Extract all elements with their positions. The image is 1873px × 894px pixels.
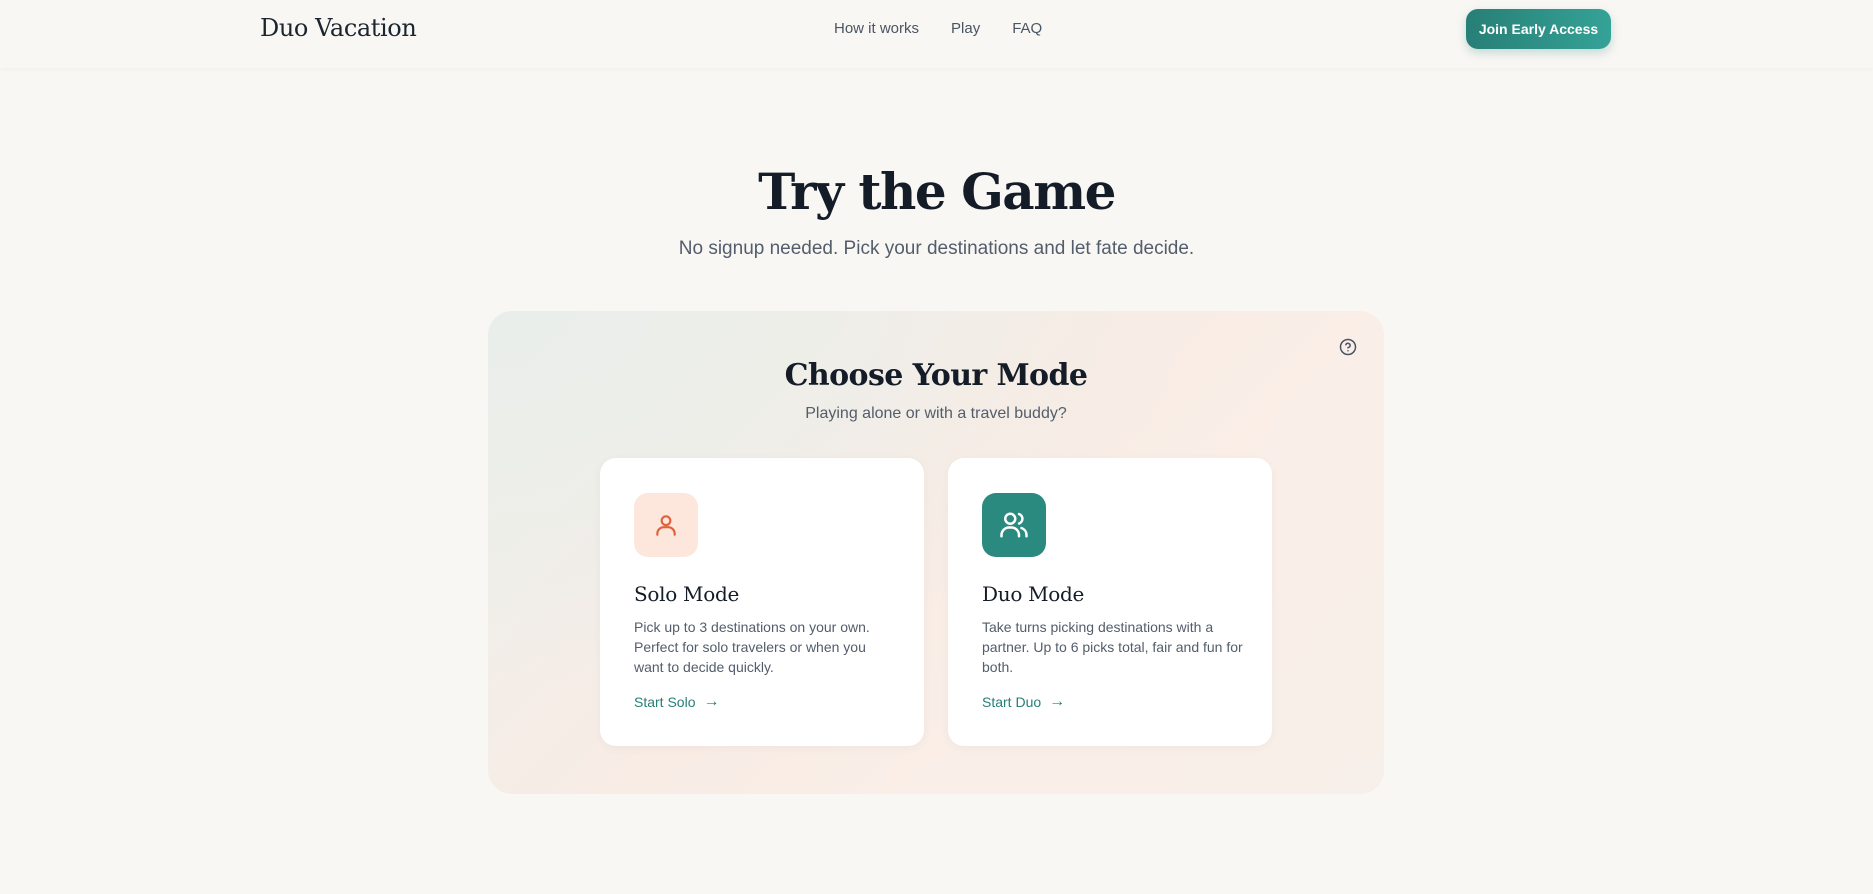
help-circle-icon[interactable] bbox=[1339, 338, 1357, 356]
mode-panel-title: Choose Your Mode bbox=[784, 358, 1088, 393]
solo-mode-description: Pick up to 3 destinations on your own. P… bbox=[634, 619, 870, 675]
join-early-access-button[interactable]: Join Early Access bbox=[1466, 9, 1611, 49]
mode-panel-subtitle: Playing alone or with a travel buddy? bbox=[805, 405, 1067, 422]
arrow-right-icon: → bbox=[703, 693, 720, 710]
solo-mode-title: Solo Mode bbox=[634, 582, 739, 606]
nav-faq[interactable]: FAQ bbox=[1012, 20, 1042, 37]
user-icon bbox=[656, 515, 676, 536]
start-solo-label: Start Solo bbox=[634, 694, 696, 710]
main-nav: How it works Play FAQ bbox=[834, 20, 1042, 37]
nav-how-it-works[interactable]: How it works bbox=[834, 20, 919, 37]
top-navigation-bar: Duo Vacation How it works Play FAQ Join … bbox=[0, 0, 1873, 68]
page-subtitle: No signup needed. Pick your destinations… bbox=[678, 238, 1195, 259]
duo-mode-title: Duo Mode bbox=[982, 582, 1085, 606]
solo-mode-card[interactable]: Solo Mode Pick up to 3 destinations on y… bbox=[600, 458, 924, 746]
start-solo-link[interactable]: Start Solo → bbox=[634, 693, 719, 711]
users-icon bbox=[1000, 512, 1028, 538]
duo-mode-description: Take turns picking destinations with a p… bbox=[982, 619, 1243, 675]
nav-play[interactable]: Play bbox=[951, 20, 980, 37]
start-duo-label: Start Duo bbox=[982, 694, 1042, 710]
page-title: Try the Game bbox=[758, 162, 1116, 221]
arrow-right-icon: → bbox=[1049, 693, 1066, 710]
duo-mode-card[interactable]: Duo Mode Take turns picking destinations… bbox=[948, 458, 1272, 746]
start-duo-link[interactable]: Start Duo → bbox=[982, 693, 1065, 711]
solo-icon-tile bbox=[634, 493, 698, 557]
duo-icon-tile bbox=[982, 493, 1046, 557]
brand-logo[interactable]: Duo Vacation bbox=[260, 14, 417, 42]
